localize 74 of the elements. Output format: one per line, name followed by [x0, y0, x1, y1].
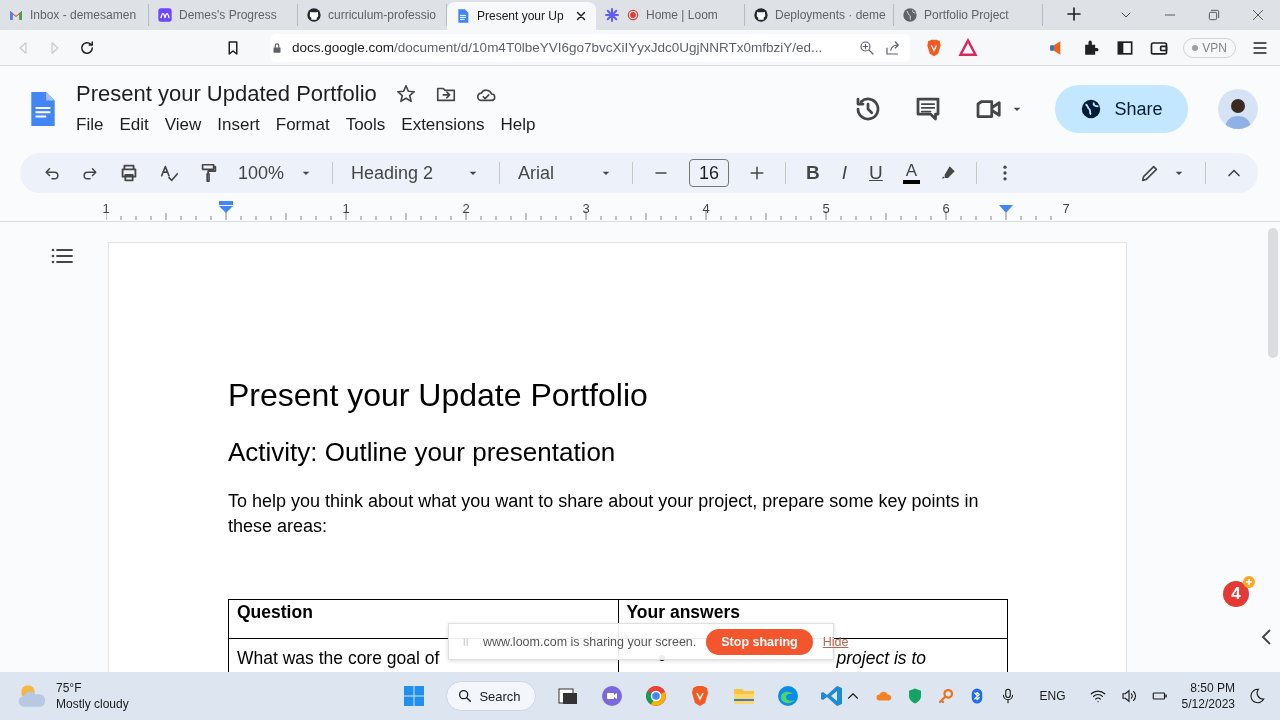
plus-badge-icon [1243, 576, 1255, 588]
ruler-number: 2 [461, 201, 471, 216]
browser-tab[interactable]: Deployments · deme [745, 4, 894, 26]
menu-item[interactable]: Edit [111, 113, 157, 137]
menu-item[interactable]: Insert [209, 113, 268, 137]
ruler-number: 4 [701, 201, 711, 216]
new-tab-icon[interactable] [1065, 5, 1083, 23]
browser-tab[interactable]: Demes's Progress [149, 4, 298, 26]
recording-dot-icon [626, 8, 640, 22]
indent-marker[interactable] [219, 201, 233, 213]
temperature: 75°F [56, 680, 83, 696]
clock-time[interactable]: 8:50 PM [1190, 680, 1235, 696]
zoom-icon[interactable] [858, 38, 876, 57]
scrollbar[interactable] [1268, 228, 1278, 358]
document-heading: Present your Update Portfolio [228, 376, 649, 415]
activity-heading: Activity: Outline your presentation [228, 436, 617, 469]
close-icon[interactable] [574, 9, 588, 23]
browser-tab[interactable]: Inbox - demesamen [0, 4, 149, 26]
wave-logo-icon[interactable] [775, 684, 800, 708]
search-icon [457, 688, 474, 704]
share-button[interactable]: Share [1055, 85, 1188, 133]
document-icon [455, 8, 471, 24]
ruler-number: 5 [821, 201, 831, 216]
globe-icon [1080, 98, 1103, 120]
browser-tab[interactable]: Present your Up [447, 2, 596, 30]
font-size-field[interactable]: 16 [689, 159, 730, 187]
asterisk-icon [604, 7, 620, 23]
moon-icon[interactable] [1248, 687, 1266, 705]
wifi-icon[interactable] [1088, 687, 1107, 705]
paragraph: To help you think about what you want to share about your project, prepare some key points in these areas: [228, 490, 980, 538]
circle-logo-icon [306, 7, 322, 23]
menu-item[interactable]: Format [267, 113, 338, 137]
language-indicator[interactable]: ENG [1039, 689, 1066, 703]
font-dropdown[interactable]: Arial [518, 162, 615, 184]
globe-icon [902, 7, 918, 23]
restore-icon[interactable] [1206, 7, 1222, 23]
browser-tab[interactable]: Home | Loom [596, 4, 745, 26]
clock-date[interactable]: 5/12/2023 [1181, 696, 1235, 712]
address-field[interactable]: docs.google.com/document/d/10m4T0lbeYVI6go7bvcXiIYyxJdc0UgjNNRTx0mfbziY/ed... [270, 33, 910, 62]
ruler-number: 7 [1061, 201, 1071, 216]
ruler-number: 1 [341, 201, 351, 216]
menu-item[interactable]: File [68, 113, 112, 137]
circle-logo-icon[interactable] [643, 684, 668, 708]
lion-logo-icon[interactable] [924, 37, 944, 58]
document-title[interactable]: Present your Updated Portfolio [76, 81, 377, 107]
notification-badge[interactable]: 4 [1221, 579, 1251, 609]
menu-item[interactable]: Extensions [393, 113, 493, 137]
reload-icon[interactable] [78, 38, 96, 57]
format-button[interactable]: B [804, 162, 822, 184]
square-logo-icon [157, 7, 173, 23]
ruler-number: 1 [101, 201, 111, 216]
taskbar-search[interactable]: Search [446, 681, 536, 711]
style-dropdown[interactable]: Heading 2 [351, 162, 482, 184]
text-color-button[interactable]: A [902, 162, 921, 184]
star-icon[interactable] [394, 83, 417, 105]
share-page-icon[interactable] [884, 38, 902, 57]
menu-item[interactable]: Tools [337, 113, 394, 137]
triangle-logo-icon[interactable] [958, 37, 978, 58]
menu-item[interactable]: Help [492, 113, 544, 137]
start-icon[interactable] [402, 684, 427, 708]
browser-tab[interactable]: curriculum-professio [298, 4, 447, 26]
format-button[interactable]: U [867, 162, 885, 184]
volume-icon[interactable] [1119, 687, 1138, 705]
chat-bubble-icon[interactable] [599, 684, 624, 708]
circle-logo-icon [753, 7, 769, 23]
menu-item[interactable]: View [156, 113, 210, 137]
ruler-number: 3 [581, 201, 591, 216]
browser-tab[interactable]: Portfolio Project [894, 4, 1043, 26]
format-button[interactable]: I [839, 162, 850, 184]
right-indent-marker[interactable] [999, 205, 1013, 213]
zoom-dropdown[interactable]: 100% [238, 162, 315, 184]
weather-condition: Mostly cloudy [56, 696, 129, 712]
avatar[interactable] [1218, 89, 1258, 129]
ruler-number: 6 [941, 201, 951, 216]
